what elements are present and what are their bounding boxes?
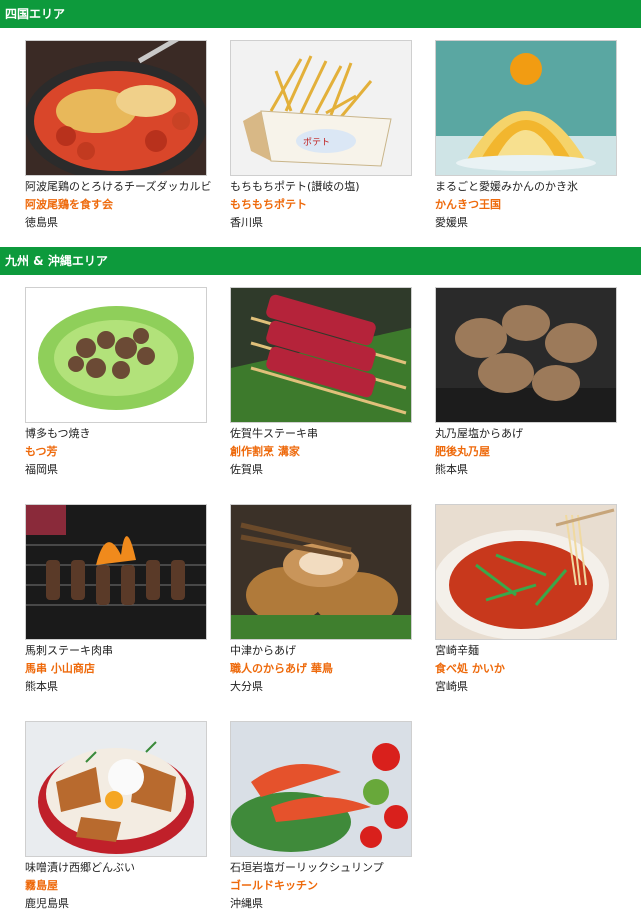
food-card[interactable]: 宮崎辛麺 食べ処 かいか 宮崎県 xyxy=(435,504,619,695)
dakgalbi-photo[interactable] xyxy=(25,40,207,176)
dish-name: 石垣岩塩ガーリックシュリンプ xyxy=(230,861,384,874)
beef-skewer-photo[interactable] xyxy=(230,287,412,423)
prefecture: 沖縄県 xyxy=(230,897,263,910)
prefecture: 福岡県 xyxy=(25,463,58,476)
shop-name[interactable]: 阿波尾鶏を食す会 xyxy=(25,195,209,215)
dish-name: 阿波尾鶏のとろけるチーズダッカルビ xyxy=(25,180,212,193)
grill-skewer-photo[interactable] xyxy=(25,504,207,640)
prefecture: 熊本県 xyxy=(435,463,468,476)
dish-name: まるごと愛媛みかんのかき氷 xyxy=(435,180,578,193)
shop-name[interactable]: 馬串 小山商店 xyxy=(25,659,209,679)
shop-name[interactable]: もちもちポテト xyxy=(230,195,414,215)
section-header-kyushu-okinawa: 九州 & 沖縄エリア xyxy=(0,247,641,275)
shop-name[interactable]: 肥後丸乃屋 xyxy=(435,442,619,462)
food-card[interactable]: 中津からあげ 職人のからあげ 華鳥 大分県 xyxy=(230,504,414,695)
dish-name: 馬刺ステーキ肉串 xyxy=(25,644,113,657)
fried-chicken-photo[interactable] xyxy=(230,504,412,640)
dish-name: もちもちポテト(讃岐の塩) xyxy=(230,180,360,193)
shop-name[interactable]: 食べ処 かいか xyxy=(435,659,619,679)
dish-name: 博多もつ焼き xyxy=(25,427,91,440)
food-card[interactable]: 馬刺ステーキ肉串 馬串 小山商店 熊本県 xyxy=(25,504,209,695)
potato-photo[interactable]: ポテト xyxy=(230,40,412,176)
donburi-photo[interactable] xyxy=(25,721,207,857)
food-card[interactable]: 石垣岩塩ガーリックシュリンプ ゴールドキッチン 沖縄県 xyxy=(230,721,414,912)
motsu-photo[interactable] xyxy=(25,287,207,423)
prefecture: 佐賀県 xyxy=(230,463,263,476)
prefecture: 香川県 xyxy=(230,216,263,229)
prefecture: 愛媛県 xyxy=(435,216,468,229)
shop-name[interactable]: ゴールドキッチン xyxy=(230,876,414,896)
food-card[interactable]: 博多もつ焼き もつ芳 福岡県 xyxy=(25,287,209,478)
food-card[interactable]: 味噌漬け西郷どんぶい 霧島屋 鹿児島県 xyxy=(25,721,209,912)
dish-name: 宮崎辛麺 xyxy=(435,644,479,657)
shrimp-photo[interactable] xyxy=(230,721,412,857)
food-card[interactable]: ポテト もちもちポテト(讃岐の塩) もちもちポテト 香川県 xyxy=(230,40,414,231)
prefecture: 熊本県 xyxy=(25,680,58,693)
shop-name[interactable]: もつ芳 xyxy=(25,442,209,462)
prefecture: 徳島県 xyxy=(25,216,58,229)
dish-name: 佐賀牛ステーキ串 xyxy=(230,427,318,440)
prefecture: 宮崎県 xyxy=(435,680,468,693)
food-card[interactable]: 佐賀牛ステーキ串 創作割烹 溝家 佐賀県 xyxy=(230,287,414,478)
shop-name[interactable]: 職人のからあげ 華鳥 xyxy=(230,659,414,679)
prefecture: 大分県 xyxy=(230,680,263,693)
shop-name[interactable]: かんきつ王国 xyxy=(435,195,619,215)
dish-name: 丸乃屋塩からあげ xyxy=(435,427,523,440)
dish-name: 味噌漬け西郷どんぶい xyxy=(25,861,135,874)
food-card[interactable]: 丸乃屋塩からあげ 肥後丸乃屋 熊本県 xyxy=(435,287,619,478)
food-card[interactable]: 阿波尾鶏のとろけるチーズダッカルビ 阿波尾鶏を食す会 徳島県 xyxy=(25,40,212,231)
shaved-ice-photo[interactable] xyxy=(435,40,617,176)
svg-text:ポテト: ポテト xyxy=(303,137,330,148)
dish-name: 中津からあげ xyxy=(230,644,296,657)
shop-name[interactable]: 霧島屋 xyxy=(25,876,209,896)
noodle-photo[interactable] xyxy=(435,504,617,640)
section-header-shikoku: 四国エリア xyxy=(0,0,641,28)
prefecture: 鹿児島県 xyxy=(25,897,69,910)
food-card[interactable]: まるごと愛媛みかんのかき氷 かんきつ王国 愛媛県 xyxy=(435,40,619,231)
karaage-photo[interactable] xyxy=(435,287,617,423)
shop-name[interactable]: 創作割烹 溝家 xyxy=(230,442,414,462)
